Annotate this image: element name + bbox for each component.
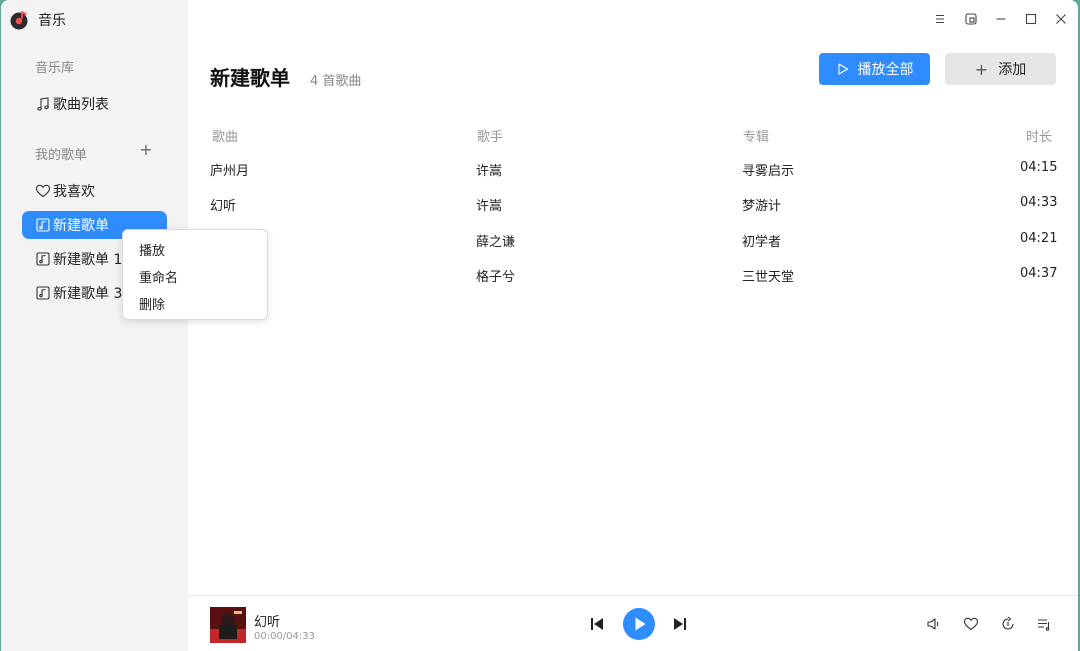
sidebar-item-label: 新建歌单 — [53, 218, 109, 234]
close-icon — [1056, 14, 1066, 24]
play-icon — [623, 608, 655, 640]
volume-icon — [927, 618, 939, 630]
play-mode-button[interactable] — [1000, 616, 1016, 632]
next-icon — [674, 618, 686, 630]
app-title: 音乐 — [9, 10, 66, 30]
playlist-icon — [36, 252, 50, 266]
music-app-logo — [10, 11, 28, 30]
song-duration: 04:15 — [1020, 160, 1058, 175]
song-album: 梦游计 — [742, 199, 782, 214]
menu-button[interactable] — [931, 10, 949, 28]
column-header-song[interactable]: 歌曲 — [212, 126, 238, 145]
prev-button[interactable] — [589, 616, 605, 632]
song-title: 庐州月 — [210, 164, 250, 179]
add-playlist-button[interactable]: + — [138, 141, 154, 159]
menu-item-rename[interactable]: 重命名 — [139, 267, 178, 286]
sidebar-item-label: 新建歌单 3 — [53, 286, 123, 302]
play-outline-icon — [837, 63, 848, 75]
now-playing-time: 00:00/04:33 — [254, 631, 316, 642]
now-playing-title: 幻听 — [254, 615, 281, 630]
queue-button[interactable] — [1036, 616, 1052, 632]
play-mode-icon — [1002, 616, 1014, 630]
column-header-artist[interactable]: 歌手 — [477, 126, 503, 145]
page-title: 新建歌单 — [210, 66, 290, 90]
sidebar-item-favorites[interactable]: 我喜欢 — [22, 177, 167, 205]
mini-mode-button[interactable] — [962, 10, 980, 28]
table-row[interactable]: 薛之谦 初学者 04:21 — [189, 223, 1077, 257]
song-artist: 许嵩 — [476, 199, 503, 214]
menu-icon — [936, 14, 944, 24]
sidebar-item-label: 我喜欢 — [53, 184, 95, 200]
column-header-duration[interactable]: 时长 — [1026, 126, 1052, 145]
volume-button[interactable] — [926, 616, 942, 632]
play-all-label: 播放全部 — [857, 62, 914, 78]
mini-mode-icon — [965, 13, 977, 25]
song-artist: 格子兮 — [476, 270, 516, 285]
queue-icon — [1038, 619, 1050, 631]
music-window: 音乐 音乐库 歌曲列表 我的歌单 + 我喜欢 新建歌单 新建歌单 1 新建歌单 … — [1, 0, 1078, 651]
song-title: 幻听 — [210, 199, 237, 214]
sidebar: 音乐 音乐库 歌曲列表 我的歌单 + 我喜欢 新建歌单 新建歌单 1 新建歌单 … — [1, 0, 188, 651]
song-album: 初学者 — [742, 235, 782, 250]
maximize-button[interactable] — [1022, 10, 1040, 28]
playlist-icon — [36, 286, 50, 300]
add-button[interactable]: + 添加 — [945, 53, 1056, 85]
close-button[interactable] — [1052, 10, 1070, 28]
playlist-icon — [36, 218, 50, 232]
play-button[interactable] — [623, 608, 655, 640]
library-section-label: 音乐库 — [35, 61, 75, 76]
album-cover[interactable] — [210, 607, 246, 643]
song-album: 三世天堂 — [742, 270, 795, 285]
favorite-button[interactable] — [963, 616, 979, 632]
player-bar: 幻听 00:00/04:33 — [188, 595, 1078, 651]
column-header-album[interactable]: 专辑 — [743, 126, 769, 145]
table-row[interactable]: 格子兮 三世天堂 04:37 — [189, 258, 1077, 292]
playlist-context-menu: 播放 重命名 删除 — [122, 229, 268, 320]
song-artist: 许嵩 — [476, 164, 503, 179]
song-duration: 04:21 — [1020, 231, 1058, 246]
table-row[interactable]: 幻听 许嵩 梦游计 04:33 — [189, 187, 1077, 221]
song-artist: 薛之谦 — [476, 235, 516, 250]
prev-icon — [591, 618, 603, 630]
song-duration: 04:33 — [1020, 195, 1058, 210]
favorite-icon — [963, 617, 979, 631]
my-playlists-section-label: 我的歌单 — [35, 148, 88, 163]
minimize-button[interactable] — [992, 10, 1010, 28]
next-button[interactable] — [672, 616, 688, 632]
add-label: 添加 — [998, 62, 1027, 78]
play-all-button[interactable]: 播放全部 — [819, 53, 930, 85]
heart-icon — [35, 184, 51, 198]
table-row[interactable]: 庐州月 许嵩 寻雾启示 04:15 — [189, 152, 1077, 186]
song-duration: 04:37 — [1020, 266, 1058, 281]
minimize-icon — [996, 18, 1006, 20]
plus-icon: + — [974, 59, 989, 79]
sidebar-item-label: 新建歌单 1 — [53, 252, 123, 268]
maximize-icon — [1025, 13, 1037, 25]
sidebar-item-label: 歌曲列表 — [53, 97, 109, 113]
app-name: 音乐 — [38, 13, 66, 29]
music-note-icon — [37, 97, 49, 111]
menu-item-delete[interactable]: 删除 — [139, 294, 165, 313]
sidebar-item-song-list[interactable]: 歌曲列表 — [22, 90, 167, 118]
song-album: 寻雾启示 — [742, 164, 795, 179]
song-count: 4 首歌曲 — [310, 74, 362, 89]
menu-item-play[interactable]: 播放 — [139, 240, 165, 259]
